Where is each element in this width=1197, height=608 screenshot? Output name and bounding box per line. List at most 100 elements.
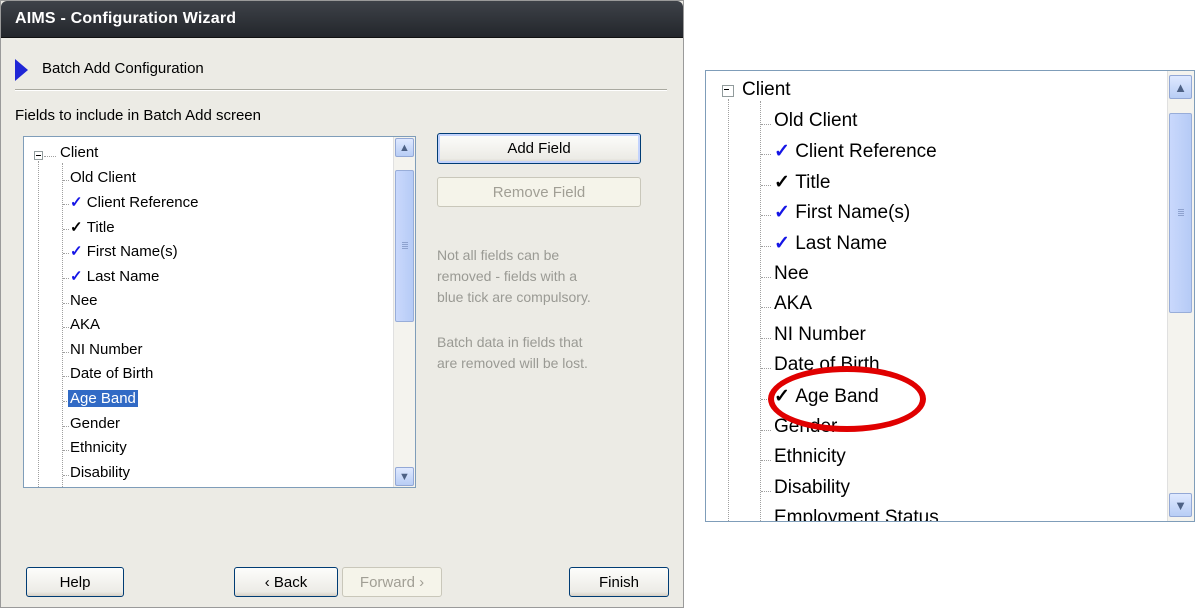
tree-item[interactable]: Disability: [70, 464, 130, 481]
zoomed-scroll-up-button[interactable]: ▲: [1169, 75, 1192, 99]
zoomed-fields-tree[interactable]: Client Old Client ✓ Client Reference ✓ Titl…: [705, 70, 1195, 522]
configuration-wizard-dialog: AIMS - Configuration Wizard Batch Add Co…: [0, 0, 684, 608]
zoomed-tree-item[interactable]: ✓ Title: [774, 171, 830, 194]
window-title: AIMS - Configuration Wizard: [15, 10, 237, 27]
zoomed-scroll-down-button[interactable]: ▼: [1169, 493, 1192, 517]
tree-item-label: Age Band: [68, 390, 138, 407]
tree-item-label: First Name(s): [86, 243, 178, 261]
note-line: blue tick are compulsory.: [437, 289, 591, 305]
add-field-button[interactable]: Add Field: [437, 133, 641, 164]
blue-check-icon: ✓: [774, 141, 796, 163]
tree-line: [44, 156, 56, 157]
tree-item-label: NI Number: [70, 340, 143, 358]
tree-line: [761, 368, 771, 370]
tree-item[interactable]: Old Client: [70, 169, 136, 186]
tree-item[interactable]: ✓ Last Name: [70, 267, 159, 285]
check-icon: ✓: [774, 171, 796, 193]
tree-item[interactable]: ✓ Client Reference: [70, 193, 198, 211]
zoomed-scroll-thumb[interactable]: [1169, 113, 1192, 313]
tree-item-label: Ethnicity: [70, 439, 127, 457]
tree-item-label: Last Name: [86, 268, 160, 285]
check-icon: ✓: [70, 218, 87, 236]
collapse-toggle-icon[interactable]: [34, 151, 43, 160]
back-button[interactable]: ‹ Back: [234, 567, 338, 597]
title-bar[interactable]: AIMS - Configuration Wizard: [1, 1, 683, 38]
scroll-up-button[interactable]: ▲: [395, 138, 414, 157]
tree-item[interactable]: NI Number: [70, 341, 143, 358]
grip-icon: [401, 242, 408, 250]
fields-tree[interactable]: Client Old Client ✓ Client Reference ✓ Titl…: [23, 136, 416, 488]
tree-item[interactable]: Gender: [70, 415, 120, 432]
tree-item[interactable]: Ethnicity: [70, 439, 127, 456]
vertical-scrollbar[interactable]: ▲ ▼: [393, 137, 415, 487]
zoomed-vertical-scrollbar[interactable]: ▲ ▼: [1167, 71, 1194, 521]
tree-line: [63, 450, 69, 452]
tree-line: [63, 278, 69, 279]
zoomed-tree-item-label: AKA: [774, 293, 813, 315]
tree-item-label: Disability: [70, 463, 131, 481]
zoomed-tree-item[interactable]: Disability: [774, 477, 850, 499]
tree-line: [63, 228, 69, 230]
tree-line: [761, 337, 771, 339]
tree-line: [38, 161, 39, 487]
tree-line: [63, 179, 69, 181]
blue-check-icon: ✓: [774, 202, 796, 224]
tree-line: [761, 246, 771, 247]
tree-line: [728, 99, 729, 521]
tree-line: [63, 474, 69, 476]
scroll-thumb[interactable]: [395, 170, 414, 322]
zoomed-tree-item[interactable]: Old Client: [774, 110, 857, 132]
tree-line: [62, 163, 63, 487]
tree-line: [761, 307, 771, 309]
zoomed-tree-item-label: Title: [795, 171, 831, 193]
zoomed-tree-item[interactable]: AKA: [774, 293, 812, 315]
tree-line: [63, 376, 69, 378]
tree-line: [761, 184, 771, 186]
grip-icon: [1177, 209, 1184, 217]
tree-line: [761, 276, 771, 278]
forward-button[interactable]: Forward ›: [342, 567, 442, 597]
zoomed-tree-item[interactable]: ✓ Client Reference: [774, 140, 937, 163]
compulsory-note: Not all fields can be removed - fields w…: [437, 245, 591, 308]
finish-button[interactable]: Finish: [569, 567, 669, 597]
zoomed-tree-item[interactable]: ✓ First Name(s): [774, 201, 910, 224]
zoomed-tree-item[interactable]: NI Number: [774, 324, 866, 346]
tree-item-label: Old Client: [70, 168, 136, 186]
tree-root-client[interactable]: Client: [60, 144, 98, 161]
zoomed-tree-item-label: Client Reference: [795, 141, 937, 163]
tree-item[interactable]: AKA: [70, 316, 100, 333]
tree-line: [63, 302, 69, 304]
remove-field-button[interactable]: Remove Field: [437, 177, 641, 207]
zoomed-tree-item[interactable]: Ethnicity: [774, 446, 846, 468]
zoomed-tree-item[interactable]: Employment Status: [774, 507, 939, 522]
help-button[interactable]: Help: [26, 567, 124, 597]
data-loss-note: Batch data in fields that are removed wi…: [437, 332, 588, 374]
age-band-highlight-circle: [768, 366, 926, 432]
tree-item[interactable]: Nee: [70, 292, 98, 309]
zoomed-tree-item-label: Employment Status: [774, 507, 939, 522]
tree-line: [63, 351, 69, 353]
tree-item[interactable]: Age Band: [68, 390, 138, 407]
tree-item[interactable]: ✓ First Name(s): [70, 242, 178, 260]
zoomed-tree-root-client[interactable]: Client: [742, 79, 791, 101]
tree-item-label: Client Reference: [86, 194, 199, 212]
tree-item[interactable]: ✓ Title: [70, 218, 115, 236]
scroll-down-button[interactable]: ▼: [395, 467, 414, 486]
zoomed-collapse-toggle-icon[interactable]: [722, 85, 734, 97]
wizard-step-title: Batch Add Configuration: [42, 60, 204, 77]
blue-check-icon: ✓: [70, 194, 87, 212]
note-line: Not all fields can be: [437, 247, 560, 263]
note-line: are removed will be lost.: [437, 355, 588, 371]
tree-line: [63, 253, 69, 255]
tree-line: [761, 154, 771, 156]
tree-line: [761, 521, 771, 522]
note-line: Batch data in fields that: [437, 334, 583, 350]
header-divider: [15, 89, 667, 91]
tree-item[interactable]: Date of Birth: [70, 365, 153, 382]
tree-line: [761, 460, 771, 462]
fields-label: Fields to include in Batch Add screen: [15, 107, 261, 124]
zoomed-tree-item[interactable]: Nee: [774, 263, 809, 285]
zoomed-tree-item[interactable]: ✓ Last Name: [774, 232, 887, 255]
zoomed-tree-item-label: Ethnicity: [774, 446, 846, 468]
blue-check-icon: ✓: [774, 233, 796, 254]
